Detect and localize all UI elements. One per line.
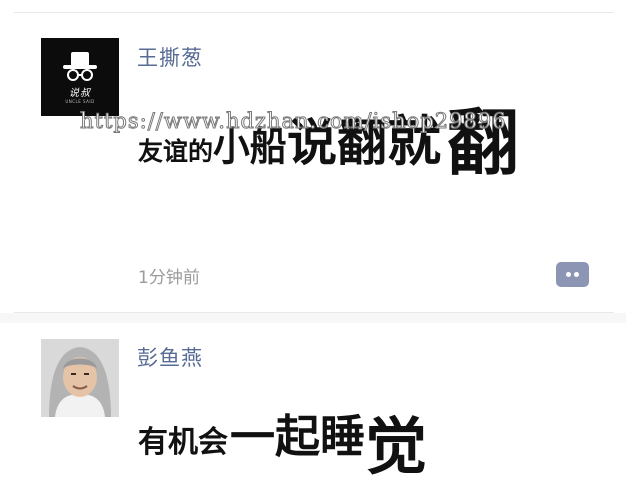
avatar[interactable]: 说叔 UNCLE SAID (41, 38, 119, 116)
avatar[interactable] (41, 339, 119, 417)
post-message: 有机会一起睡觉 (138, 380, 427, 483)
message-part: 有机会 (138, 425, 228, 460)
watermark-text: https://www.hdzhan.com/ishop29896 (80, 109, 507, 134)
top-divider (14, 12, 614, 13)
feed: 说叔 UNCLE SAID 王撕葱 友谊的小船说翻就翻 1分钟前 https:/… (0, 0, 626, 495)
avatar-tagline: UNCLE SAID (65, 99, 95, 104)
comment-bubble-icon[interactable] (556, 262, 589, 287)
hat-glasses-logo-icon (63, 52, 97, 81)
message-part: 友谊的 (138, 137, 214, 166)
divider-band (0, 313, 626, 323)
post-author-name[interactable]: 彭鱼燕 (137, 342, 203, 372)
message-part: 翻 (447, 101, 520, 185)
avatar-brand-text: 说叔 (69, 88, 91, 99)
post-timestamp: 1分钟前 (138, 268, 200, 288)
message-part: 觉 (365, 410, 428, 483)
hooded-person-photo-icon (41, 339, 119, 417)
post-author-name[interactable]: 王撕葱 (137, 42, 203, 72)
message-part: 一起睡 (230, 410, 366, 463)
